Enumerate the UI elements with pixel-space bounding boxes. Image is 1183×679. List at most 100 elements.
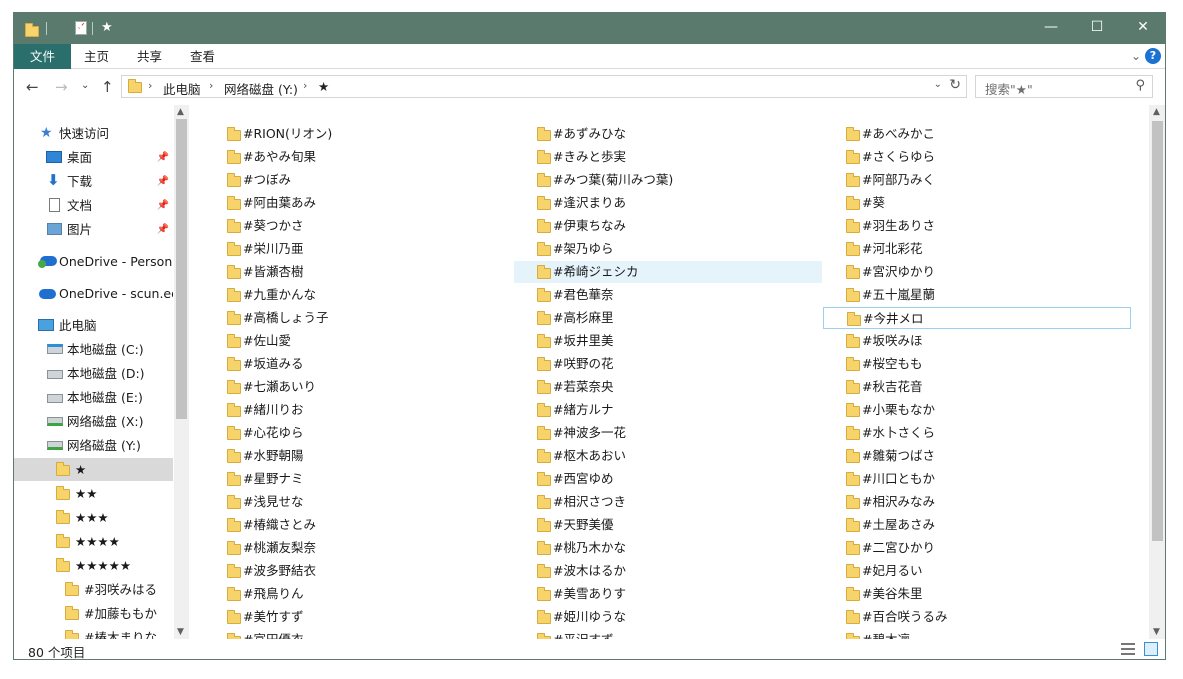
help-icon[interactable]: ? <box>1145 48 1161 64</box>
folder-item[interactable]: #あやみ旬果 <box>204 146 512 168</box>
nav-drive-y[interactable]: 网络磁盘 (Y:) <box>14 434 173 457</box>
nav-item-documents[interactable]: 文档 📌 <box>14 194 173 217</box>
maximize-button[interactable]: ☐ <box>1074 13 1120 44</box>
tab-file[interactable]: 文件 <box>14 44 71 69</box>
nav-onedrive-personal[interactable]: OneDrive - Persona <box>14 250 173 273</box>
folder-item[interactable]: #五十嵐星蘭 <box>823 284 1131 306</box>
folder-item[interactable]: #相沢さつき <box>514 491 822 513</box>
nav-subfolder[interactable]: #羽咲みはる <box>14 578 173 601</box>
breadcrumb-separator[interactable]: › <box>303 79 307 92</box>
folder-item[interactable]: #宮沢ゆかり <box>823 261 1131 283</box>
address-bar[interactable]: › 此电脑 › 网络磁盘 (Y:) › ★ ⌄ ↻ <box>121 75 967 98</box>
nav-item-downloads[interactable]: ⬇ 下载 📌 <box>14 170 173 193</box>
folder-item[interactable]: #波木はるか <box>514 560 822 582</box>
pin-icon[interactable]: 📌 <box>157 194 169 217</box>
folder-item[interactable]: #九重かんな <box>204 284 512 306</box>
folder-item[interactable]: #さくらゆら <box>823 146 1131 168</box>
nav-folder-1star[interactable]: ★ <box>14 458 173 481</box>
nav-folder-2star[interactable]: ★★ <box>14 482 173 505</box>
folder-item[interactable]: #葵 <box>823 192 1131 214</box>
scrollbar-thumb[interactable] <box>1152 121 1163 541</box>
nav-subfolder[interactable]: #椿木まりな <box>14 626 173 639</box>
folder-item[interactable]: #天野美優 <box>514 514 822 536</box>
nav-scrollbar[interactable]: ▲ ▼ <box>174 105 189 639</box>
folder-item[interactable]: #浅見せな <box>204 491 512 513</box>
folder-item[interactable]: #相沢みなみ <box>823 491 1131 513</box>
recent-locations-icon[interactable]: ⌄ <box>81 80 89 91</box>
tab-home[interactable]: 主页 <box>70 44 123 69</box>
folder-item[interactable]: #水卜さくら <box>823 422 1131 444</box>
tab-view[interactable]: 查看 <box>176 44 229 69</box>
folder-item[interactable]: #小栗もなか <box>823 399 1131 421</box>
search-icon[interactable]: ⚲ <box>1135 78 1145 93</box>
folder-item[interactable]: #咲野の花 <box>514 353 822 375</box>
nav-subfolder[interactable]: #加藤ももか <box>14 602 173 625</box>
folder-item[interactable]: #雛菊つばさ <box>823 445 1131 467</box>
scroll-down-arrow-icon[interactable]: ▼ <box>177 627 184 637</box>
folder-item[interactable]: #つぼみ <box>204 169 512 191</box>
folder-item[interactable]: #二宮ひかり <box>823 537 1131 559</box>
folder-item[interactable]: #七瀬あいり <box>204 376 512 398</box>
folder-item[interactable]: #飛鳥りん <box>204 583 512 605</box>
folder-item[interactable]: #枢木あおい <box>514 445 822 467</box>
content-scrollbar[interactable]: ▲ ▼ <box>1149 105 1165 639</box>
quick-access-dropdown-icon[interactable]: ▾ <box>78 23 83 33</box>
folder-item[interactable]: #水野朝陽 <box>204 445 512 467</box>
folder-item[interactable]: #百合咲うるみ <box>823 606 1131 628</box>
folder-item[interactable]: #希崎ジェシカ <box>514 261 822 283</box>
folder-item[interactable]: #椿織さとみ <box>204 514 512 536</box>
pin-icon[interactable]: 📌 <box>157 146 169 169</box>
folder-item[interactable]: #波多野結衣 <box>204 560 512 582</box>
search-box[interactable]: 搜索"★" ⚲ <box>975 75 1153 98</box>
nav-drive-x[interactable]: 网络磁盘 (X:) <box>14 410 173 433</box>
folder-item[interactable]: #伊東ちなみ <box>514 215 822 237</box>
scroll-down-arrow-icon[interactable]: ▼ <box>1153 627 1160 637</box>
folder-item[interactable]: #川口ともか <box>823 468 1131 490</box>
folder-item[interactable]: #君色華奈 <box>514 284 822 306</box>
folder-item[interactable]: #今井メロ <box>823 307 1131 329</box>
folder-item[interactable]: #秋吉花音 <box>823 376 1131 398</box>
nav-drive-d[interactable]: 本地磁盘 (D:) <box>14 362 173 385</box>
breadcrumb-this-pc[interactable]: 此电脑 <box>163 79 201 98</box>
scroll-up-arrow-icon[interactable]: ▲ <box>1153 107 1160 117</box>
nav-item-desktop[interactable]: 桌面 📌 <box>14 146 173 169</box>
folder-item[interactable]: #土屋あさみ <box>823 514 1131 536</box>
up-arrow-icon[interactable]: ↑ <box>101 78 114 96</box>
folder-item[interactable]: #架乃ゆら <box>514 238 822 260</box>
pin-icon[interactable]: 📌 <box>157 218 169 241</box>
folder-item[interactable]: #桃瀬友梨奈 <box>204 537 512 559</box>
folder-item[interactable]: #みつ葉(菊川みつ葉) <box>514 169 822 191</box>
folder-item[interactable]: #皆瀬杏樹 <box>204 261 512 283</box>
tab-share[interactable]: 共享 <box>123 44 176 69</box>
pin-icon[interactable]: 📌 <box>157 170 169 193</box>
folder-item[interactable]: #きみと歩実 <box>514 146 822 168</box>
nav-item-pictures[interactable]: 图片 📌 <box>14 218 173 241</box>
folder-item[interactable]: #美竹すず <box>204 606 512 628</box>
folder-item[interactable]: #RION(リオン) <box>204 123 512 145</box>
folder-item[interactable]: #若菜奈央 <box>514 376 822 398</box>
nav-quick-access[interactable]: ★ 快速访问 <box>14 122 173 145</box>
folder-item[interactable]: #妃月るい <box>823 560 1131 582</box>
folder-item[interactable]: #逢沢まりあ <box>514 192 822 214</box>
folder-item[interactable]: #高杉麻里 <box>514 307 822 329</box>
folder-item[interactable]: #阿部乃みく <box>823 169 1131 191</box>
folder-item[interactable]: #美谷朱里 <box>823 583 1131 605</box>
folder-item[interactable]: #美雪ありす <box>514 583 822 605</box>
folder-item[interactable]: #葵つかさ <box>204 215 512 237</box>
folder-item[interactable]: #富田優衣 <box>204 629 512 639</box>
search-input[interactable]: 搜索"★" <box>985 79 1033 98</box>
back-arrow-icon[interactable]: ← <box>26 78 39 96</box>
folder-item[interactable]: #坂道みる <box>204 353 512 375</box>
folder-item[interactable]: #姫川ゆうな <box>514 606 822 628</box>
folder-item[interactable]: #栄川乃亜 <box>204 238 512 260</box>
large-icons-view-icon[interactable] <box>1144 642 1158 656</box>
breadcrumb-separator[interactable]: › <box>148 79 152 92</box>
details-view-icon[interactable] <box>1121 643 1135 655</box>
nav-drive-c[interactable]: 本地磁盘 (C:) <box>14 338 173 361</box>
folder-item[interactable]: #碧木凛 <box>823 629 1131 639</box>
chevron-down-icon[interactable]: ⌄ <box>1131 49 1141 63</box>
folder-item[interactable]: #高橋しょう子 <box>204 307 512 329</box>
scrollbar-thumb[interactable] <box>176 119 187 419</box>
folder-item[interactable]: #緒川りお <box>204 399 512 421</box>
nav-folder-5star[interactable]: ★★★★★ <box>14 554 173 577</box>
